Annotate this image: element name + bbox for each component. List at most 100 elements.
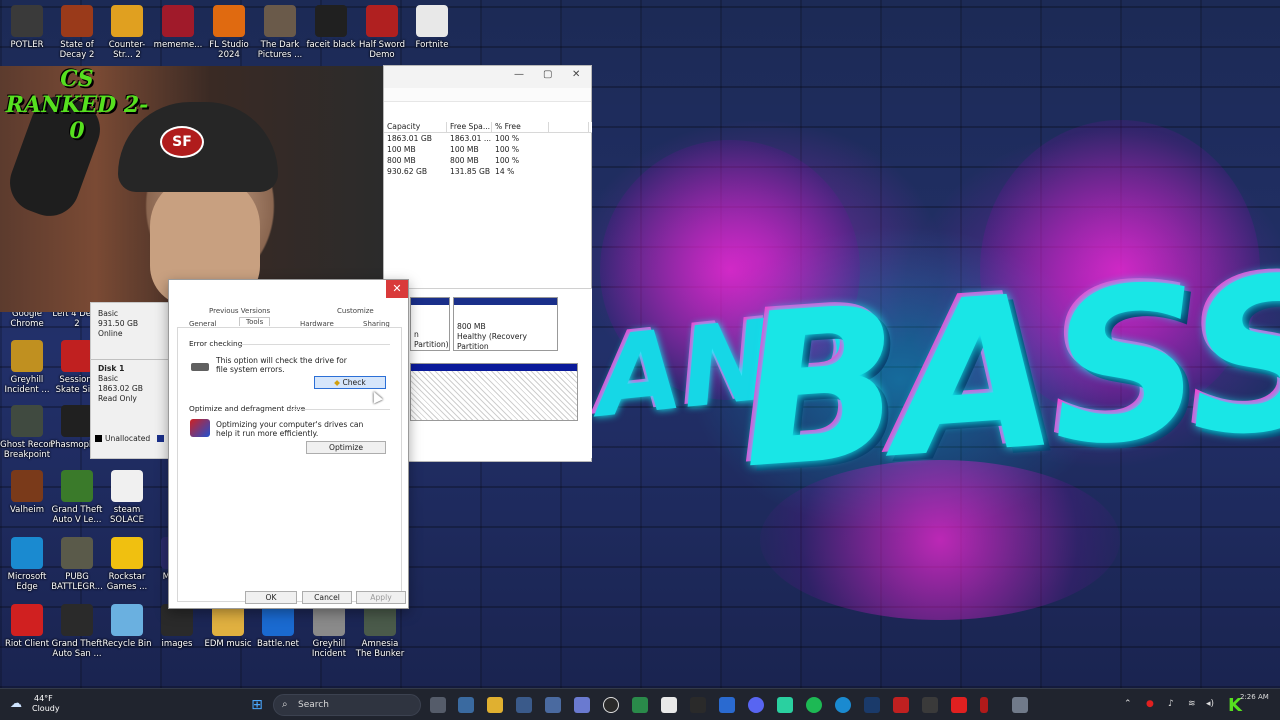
- desktop-icon-label: FL Studio 2024: [209, 40, 249, 60]
- optimize-button[interactable]: Optimize: [306, 441, 386, 454]
- partition-block[interactable]: n Partition): [410, 297, 450, 351]
- wifi-icon[interactable]: ≋: [1188, 699, 1196, 709]
- desktop-icon[interactable]: EDM music: [201, 604, 255, 649]
- column-header-capacity[interactable]: Capacity: [384, 122, 447, 132]
- volume-icon[interactable]: ◂): [1206, 699, 1214, 709]
- desktop-icon[interactable]: Ghost Recon Breakpoint: [0, 405, 54, 460]
- desktop-icon[interactable]: Rockstar Games ...: [100, 537, 154, 592]
- app-icon[interactable]: [661, 697, 677, 713]
- spotify-icon[interactable]: [806, 697, 822, 713]
- table-row[interactable]: 100 MB 100 MB 100 %: [384, 144, 592, 155]
- partition-bar: [454, 298, 557, 305]
- app-icon[interactable]: [458, 697, 474, 713]
- desktop-icon[interactable]: mememe...: [151, 5, 205, 50]
- app-icon[interactable]: [777, 697, 793, 713]
- cs-ranked-overlay: CS RANKED 2-0: [5, 66, 149, 144]
- desktop-icon[interactable]: Battle.net: [251, 604, 305, 649]
- desktop-icon[interactable]: The Dark Pictures ...: [253, 5, 307, 60]
- tab-customize[interactable]: Customize: [337, 307, 374, 315]
- column-header-empty[interactable]: [549, 122, 589, 132]
- cloud-icon: ☁: [10, 696, 22, 710]
- table-row[interactable]: 1863.01 GB 1863.01 ... 100 %: [384, 133, 592, 144]
- desktop-icon[interactable]: Microsoft Edge: [0, 537, 54, 592]
- desktop-icon[interactable]: Grand Theft Auto San ...: [50, 604, 104, 659]
- minimize-icon[interactable]: —: [514, 69, 524, 80]
- desktop-icon[interactable]: POTLER: [0, 5, 54, 50]
- close-icon[interactable]: ✕: [572, 69, 580, 80]
- desktop-icon[interactable]: Grand Theft Auto V Le...: [50, 470, 104, 525]
- app-icon[interactable]: [922, 697, 938, 713]
- table-row[interactable]: 930.62 GB 131.85 GB 14 %: [384, 166, 592, 177]
- drive-icon: [191, 363, 209, 371]
- youtube-icon[interactable]: [951, 697, 967, 713]
- desktop-icon[interactable]: Counter-Str... 2: [100, 5, 154, 60]
- disk1-info[interactable]: Disk 1 Basic 1863.02 GB Read Only: [98, 364, 143, 404]
- disk-management-taskbar-icon[interactable]: [1012, 697, 1028, 713]
- desktop-icon-label: Microsoft Edge: [7, 572, 47, 592]
- cell-free-space: 1863.01 ...: [450, 134, 492, 143]
- file-explorer-icon[interactable]: [487, 697, 503, 713]
- microphone-icon[interactable]: ♪: [1168, 699, 1174, 709]
- taskbar-search[interactable]: ⌕ Search: [273, 694, 421, 716]
- desktop-icon[interactable]: Recycle Bin: [100, 604, 154, 649]
- desktop-icon[interactable]: PUBG BATTLEGR...: [50, 537, 104, 592]
- task-view-icon[interactable]: [430, 697, 446, 713]
- store-icon[interactable]: [516, 697, 532, 713]
- tray-app-icon[interactable]: ●: [1146, 699, 1154, 709]
- desktop-icon[interactable]: Fortnite: [405, 5, 459, 50]
- close-button[interactable]: ✕: [386, 280, 408, 298]
- check-button[interactable]: ◆ Check: [314, 376, 386, 389]
- partition-block-disk1[interactable]: [410, 363, 578, 421]
- tab-previous-versions[interactable]: Previous Versions: [209, 307, 270, 315]
- partition-block-recovery[interactable]: 800 MB Healthy (Recovery Partition: [453, 297, 558, 351]
- divider: [91, 359, 171, 360]
- chevron-up-icon[interactable]: ⌃: [1124, 699, 1132, 709]
- desktop-icon-label: Grand Theft Auto V Le...: [51, 505, 103, 525]
- partition-label: n Partition): [414, 330, 449, 349]
- disk0-info[interactable]: Basic 931.50 GB Online: [98, 309, 138, 339]
- desktop-icon[interactable]: State of Decay 2: [50, 5, 104, 60]
- desktop-icon[interactable]: faceit black: [304, 5, 358, 50]
- app-icon[interactable]: [690, 697, 706, 713]
- app-icon[interactable]: [545, 697, 561, 713]
- tab-tools[interactable]: Tools: [239, 317, 271, 326]
- column-header-free-space[interactable]: Free Spa...: [447, 122, 492, 132]
- desktop-icon[interactable]: Amnesia The Bunker: [353, 604, 407, 659]
- app-icon[interactable]: [980, 697, 988, 713]
- weather-widget[interactable]: ☁ 44°F Cloudy: [10, 694, 60, 714]
- column-header-percent-free[interactable]: % Free: [492, 122, 549, 132]
- cancel-button[interactable]: Cancel: [302, 591, 352, 604]
- desktop-app-icon: [11, 405, 43, 437]
- app-icon[interactable]: [574, 697, 590, 713]
- desktop-icon[interactable]: Riot Client: [0, 604, 54, 649]
- steam-icon[interactable]: [864, 697, 880, 713]
- desktop-icon[interactable]: FL Studio 2024: [202, 5, 256, 60]
- partition-status: Healthy (Recovery Partition: [457, 332, 528, 351]
- desktop-icon[interactable]: Greyhill Incident: [302, 604, 356, 659]
- desktop-icon[interactable]: Greyhill Incident ...: [0, 340, 54, 395]
- desktop-icon-label: Amnesia The Bunker: [355, 639, 405, 659]
- clock[interactable]: 2:26 AM: [1240, 693, 1269, 701]
- desktop-icon[interactable]: images: [150, 604, 204, 649]
- desktop-icon[interactable]: Valheim: [0, 470, 54, 515]
- desktop-icon-label: Fortnite: [415, 40, 449, 50]
- partition-size: 800 MB: [457, 322, 486, 331]
- maximize-icon[interactable]: ▢: [543, 69, 552, 80]
- edge-icon[interactable]: [835, 697, 851, 713]
- desktop-icon[interactable]: Half Sword Demo: [355, 5, 409, 60]
- desktop-app-icon: [61, 537, 93, 569]
- obs-icon[interactable]: [603, 697, 619, 713]
- desktop-icon[interactable]: steam SOLACE: [100, 470, 154, 525]
- app-icon[interactable]: [632, 697, 648, 713]
- cell-percent-free: 100 %: [495, 145, 520, 154]
- app-icon[interactable]: [893, 697, 909, 713]
- discord-icon[interactable]: [748, 697, 764, 713]
- table-row[interactable]: 800 MB 800 MB 100 %: [384, 155, 592, 166]
- start-button[interactable]: ⊞: [249, 697, 265, 713]
- disk-list-panel: Basic 931.50 GB Online Disk 1 Basic 1863…: [90, 302, 175, 459]
- optimize-description: Optimizing your computer's drives can he…: [216, 420, 364, 438]
- apply-button[interactable]: Apply: [356, 591, 406, 604]
- ok-button[interactable]: OK: [245, 591, 297, 604]
- desktop-app-icon: [61, 405, 93, 437]
- app-icon[interactable]: [719, 697, 735, 713]
